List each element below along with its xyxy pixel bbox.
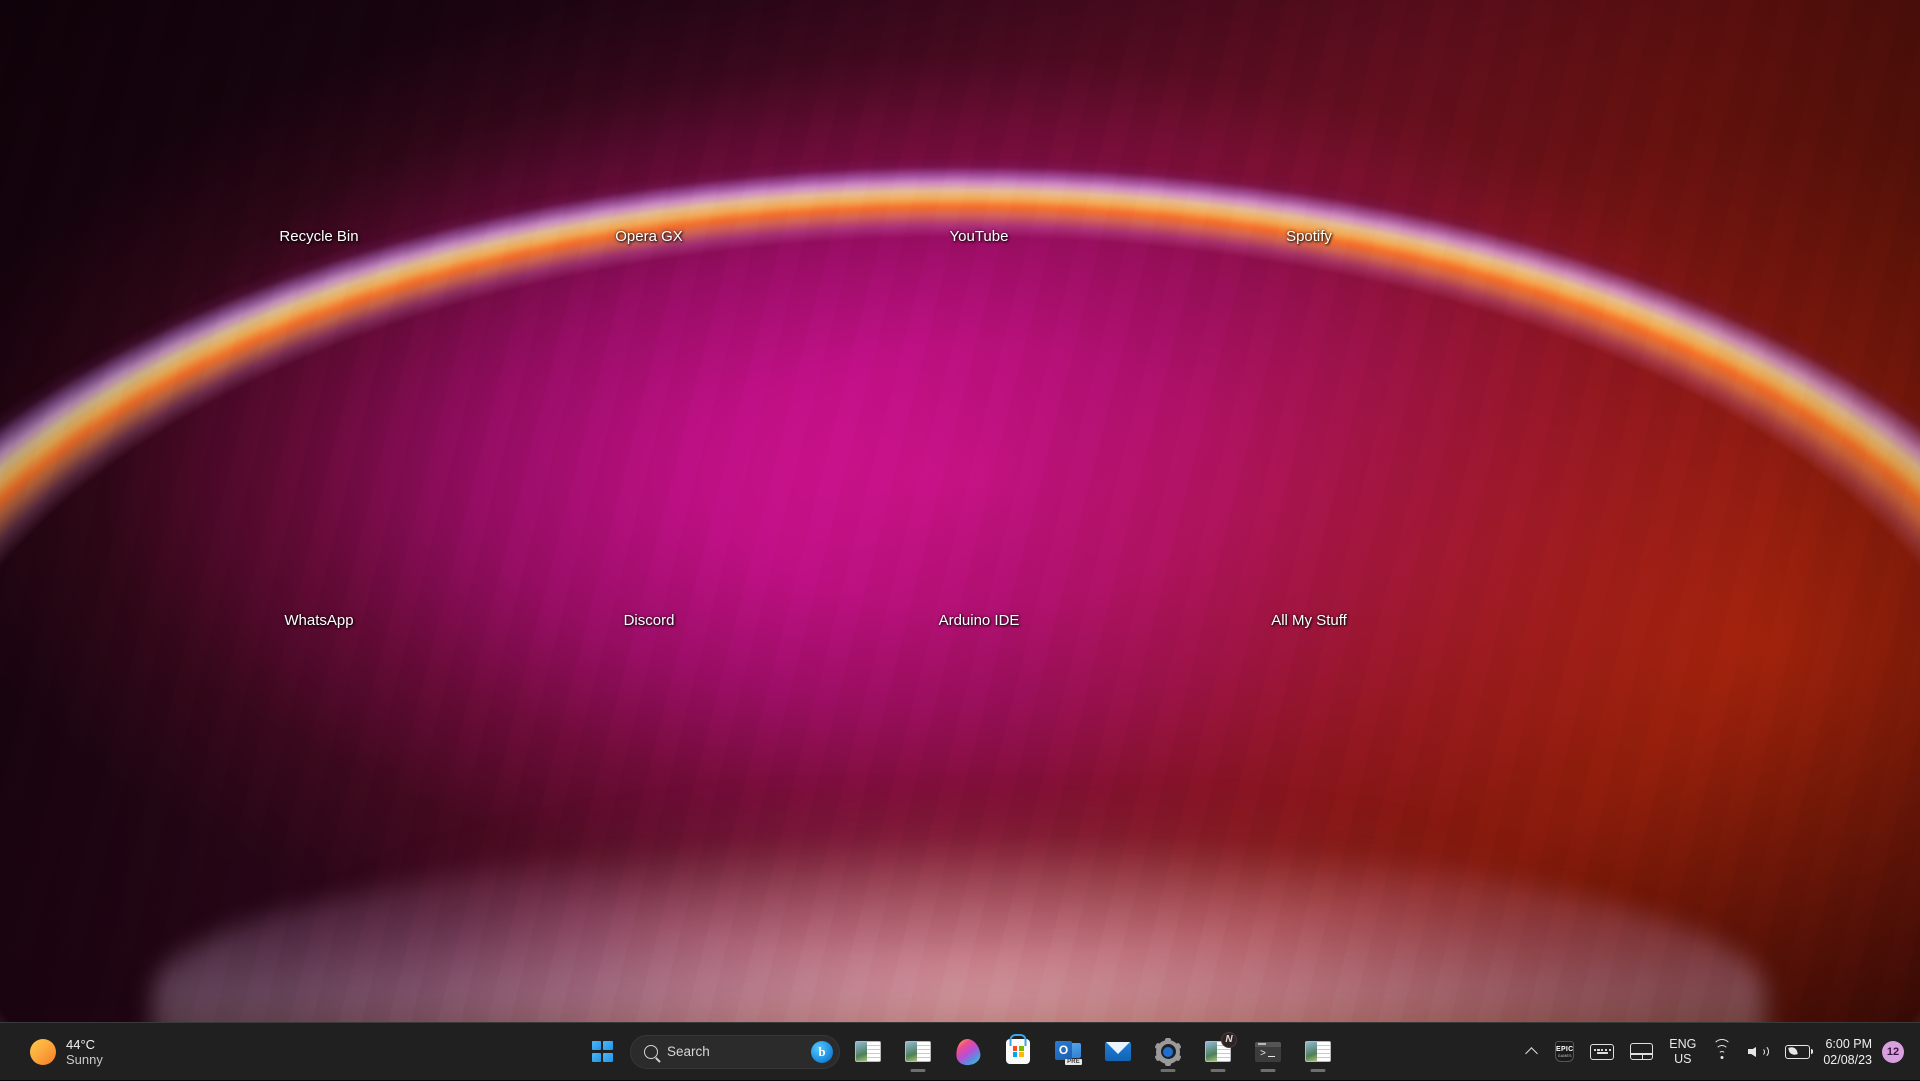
battery-leaf-icon [1785, 1045, 1810, 1059]
epic-games-icon: EPIC GAMES [1555, 1041, 1574, 1062]
battery-button[interactable] [1778, 1030, 1817, 1074]
search-input[interactable]: Search [667, 1044, 802, 1059]
desktop-icon-discord[interactable]: Discord [574, 534, 724, 644]
language-line-2: US [1674, 1052, 1691, 1067]
desktop-icon-label: Spotify [1286, 228, 1332, 246]
envelope-icon [1105, 1042, 1131, 1061]
taskbar-app-file-explorer[interactable] [846, 1030, 890, 1074]
desktop-icon-label: YouTube [950, 228, 1009, 246]
desktop-icon-whatsapp[interactable]: WhatsApp [244, 534, 394, 644]
epic-line-1: EPIC [1556, 1046, 1574, 1053]
droplet-icon [956, 1039, 980, 1065]
taskbar-app-paint[interactable] [946, 1030, 990, 1074]
taskbar-center-cluster: Search b O PRE [580, 1030, 1340, 1074]
bing-chat-icon[interactable]: b [811, 1041, 833, 1063]
gear-icon [1156, 1040, 1180, 1064]
weather-temperature: 44°C [66, 1037, 103, 1052]
window-icon [905, 1041, 931, 1062]
taskbar-app-mail[interactable] [1096, 1030, 1140, 1074]
network-button[interactable] [1705, 1030, 1739, 1074]
wifi-icon [1712, 1044, 1732, 1059]
touchpad-icon [1630, 1043, 1653, 1060]
preview-badge: PRE [1065, 1059, 1082, 1065]
notification-badge[interactable]: 12 [1882, 1041, 1904, 1063]
desktop-icon-opera-gx[interactable]: Opera GX [574, 150, 724, 260]
taskbar-app-file-explorer-2[interactable] [896, 1030, 940, 1074]
running-indicator [1311, 1069, 1326, 1072]
system-tray: EPIC GAMES ENG US [1516, 1023, 1920, 1081]
taskbar-app-microsoft-store[interactable] [996, 1030, 1040, 1074]
speaker-icon [1748, 1044, 1769, 1060]
start-button[interactable] [580, 1030, 624, 1074]
running-indicator [1211, 1069, 1226, 1072]
language-line-1: ENG [1669, 1037, 1696, 1052]
search-icon [644, 1045, 658, 1059]
language-text: ENG US [1669, 1037, 1696, 1067]
store-bag-icon [1006, 1039, 1030, 1064]
clock[interactable]: 6:00 PM 02/08/23 [1819, 1036, 1880, 1068]
desktop[interactable]: Recycle Bin Opera GX YouTube Spotify Wha… [0, 0, 1920, 1080]
desktop-icon-spotify[interactable]: Spotify [1234, 150, 1384, 260]
weather-text: 44°C Sunny [66, 1037, 103, 1067]
taskbar-app-notepad-plus[interactable]: N [1196, 1030, 1240, 1074]
desktop-icon-recycle-bin[interactable]: Recycle Bin [244, 150, 394, 260]
desktop-icon-label: Opera GX [615, 228, 683, 246]
desktop-icon-label: All My Stuff [1271, 612, 1347, 630]
touch-keyboard-button[interactable] [1583, 1030, 1621, 1074]
window-icon [1305, 1041, 1331, 1062]
desktop-icon-label: Recycle Bin [279, 228, 358, 246]
epic-line-2: GAMES [1558, 1054, 1572, 1058]
taskbar-app-file-explorer-3[interactable] [1296, 1030, 1340, 1074]
terminal-icon: > [1255, 1042, 1281, 1062]
desktop-icon-label: WhatsApp [284, 612, 353, 630]
outlook-glyph: O [1055, 1041, 1072, 1060]
outlook-icon: O PRE [1055, 1040, 1081, 1064]
show-hidden-icons-button[interactable] [1516, 1030, 1546, 1074]
search-box[interactable]: Search b [630, 1035, 840, 1069]
desktop-icon-grid: Recycle Bin Opera GX YouTube Spotify Wha… [244, 150, 1564, 918]
desktop-icon-youtube[interactable]: YouTube [904, 150, 1054, 260]
keyboard-icon [1590, 1044, 1614, 1060]
window-icon [855, 1041, 881, 1062]
taskbar: 44°C Sunny Search b [0, 1022, 1920, 1080]
weather-widget[interactable]: 44°C Sunny [22, 1029, 111, 1075]
desktop-icon-all-my-stuff[interactable]: All My Stuff [1234, 534, 1384, 644]
language-indicator[interactable]: ENG US [1662, 1030, 1703, 1074]
desktop-icon-label: Arduino IDE [939, 612, 1020, 630]
windows-logo-icon [592, 1041, 613, 1062]
taskbar-app-settings[interactable] [1146, 1030, 1190, 1074]
volume-button[interactable] [1741, 1030, 1776, 1074]
chevron-up-icon [1525, 1047, 1538, 1060]
sun-icon [30, 1039, 56, 1065]
desktop-icon-arduino-ide[interactable]: Arduino IDE [904, 534, 1054, 644]
desktop-icon-label: Discord [624, 612, 675, 630]
app-badge-icon: N [1221, 1032, 1237, 1048]
clock-time: 6:00 PM [1825, 1036, 1872, 1052]
taskbar-app-terminal[interactable]: > [1246, 1030, 1290, 1074]
running-indicator [1261, 1069, 1276, 1072]
running-indicator [911, 1069, 926, 1072]
taskbar-app-outlook[interactable]: O PRE [1046, 1030, 1090, 1074]
weather-condition: Sunny [66, 1052, 103, 1067]
tray-icon-epic-games[interactable]: EPIC GAMES [1548, 1030, 1581, 1074]
touchpad-button[interactable] [1623, 1030, 1660, 1074]
terminal-prompt-glyph: > [1260, 1050, 1266, 1060]
clock-date: 02/08/23 [1823, 1052, 1872, 1068]
running-indicator [1161, 1069, 1176, 1072]
